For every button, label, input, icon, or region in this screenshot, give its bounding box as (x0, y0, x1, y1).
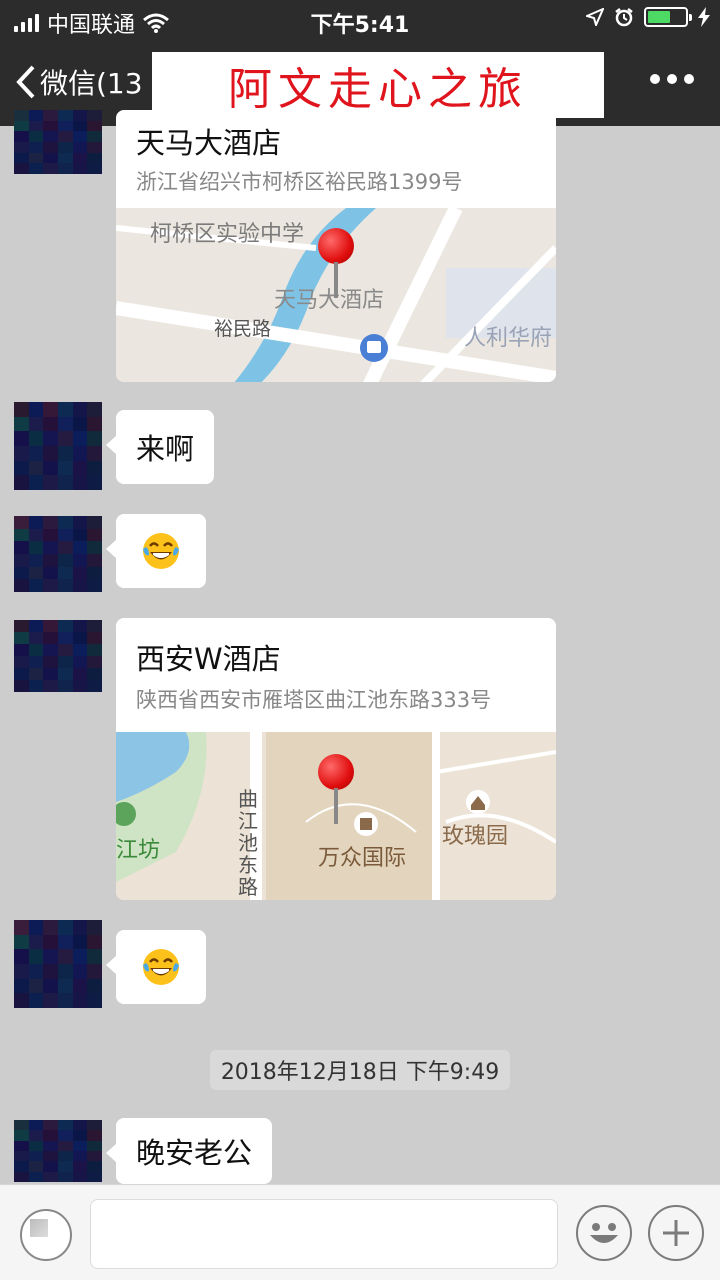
chat-timestamp: 2018年12月18日 下午9:49 (210, 1050, 510, 1090)
message-bubble[interactable]: 晚安老公 (105, 1118, 273, 1184)
location-name: 天马大酒店 (136, 126, 282, 160)
emoji-icon[interactable] (576, 1205, 632, 1261)
message-text: 来啊 (136, 432, 195, 466)
plus-icon[interactable] (648, 1205, 704, 1261)
alarm-icon (615, 8, 633, 27)
map-label: 人利华府 (464, 326, 553, 351)
laughing-tears-emoji-icon (143, 949, 179, 985)
laughing-tears-emoji-icon (143, 533, 179, 569)
map-pin-icon (318, 754, 354, 826)
title-banner: 阿文走心之旅 (152, 52, 604, 118)
map-label: 柯桥区实验中学 (150, 222, 305, 247)
plus-glyph-icon (663, 1220, 689, 1246)
location-card[interactable]: 西安W酒店 陕西省西安市雁塔区曲江池东路333号 曲江池东路 万众国际 玫瑰园 … (116, 618, 556, 900)
message-input[interactable] (90, 1199, 558, 1269)
location-map: 曲江池东路 万众国际 玫瑰园 江坊 (116, 732, 556, 900)
map-pin-icon (318, 228, 354, 300)
input-bar (0, 1184, 720, 1280)
map-label: 万众国际 (318, 846, 407, 871)
map-label: 江坊 (116, 838, 161, 863)
avatar[interactable] (14, 920, 102, 1008)
location-card[interactable]: 天马大酒店 浙江省绍兴市柯桥区裕民路1399号 柯桥区实验中学 天马大酒店 裕民… (116, 110, 556, 382)
voice-icon[interactable] (20, 1209, 72, 1261)
battery-icon (644, 7, 692, 27)
location-address: 陕西省西安市雁塔区曲江池东路333号 (136, 688, 492, 712)
location-map: 柯桥区实验中学 天马大酒店 裕民路 人利华府 (116, 208, 556, 382)
avatar[interactable] (14, 110, 102, 174)
back-label: 微信(13 (40, 67, 143, 100)
chevron-left-icon (16, 65, 35, 99)
map-label: 曲江池东路 (238, 787, 258, 899)
back-button[interactable]: 微信(13 (16, 62, 143, 102)
more-icon[interactable] (650, 74, 694, 84)
map-label: 裕民路 (214, 318, 272, 340)
map-label: 玫瑰园 (442, 824, 509, 849)
status-bar: 中国联通 下午5:41 (0, 0, 720, 40)
charging-icon (698, 7, 710, 27)
message-bubble[interactable] (106, 930, 206, 1004)
avatar[interactable] (14, 620, 102, 692)
location-address: 浙江省绍兴市柯桥区裕民路1399号 (136, 170, 463, 194)
location-arrow-icon (586, 8, 604, 26)
message-bubble[interactable] (106, 514, 206, 588)
avatar[interactable] (14, 402, 102, 490)
avatar[interactable] (14, 516, 102, 592)
avatar[interactable] (14, 1120, 102, 1182)
message-text: 晚安老公 (136, 1136, 253, 1170)
status-right (586, 7, 710, 27)
location-name: 西安W酒店 (136, 642, 281, 676)
page-title: 阿文走心之旅 (228, 64, 528, 115)
message-bubble[interactable]: 来啊 (105, 410, 215, 484)
smiley-face-icon (590, 1223, 618, 1243)
